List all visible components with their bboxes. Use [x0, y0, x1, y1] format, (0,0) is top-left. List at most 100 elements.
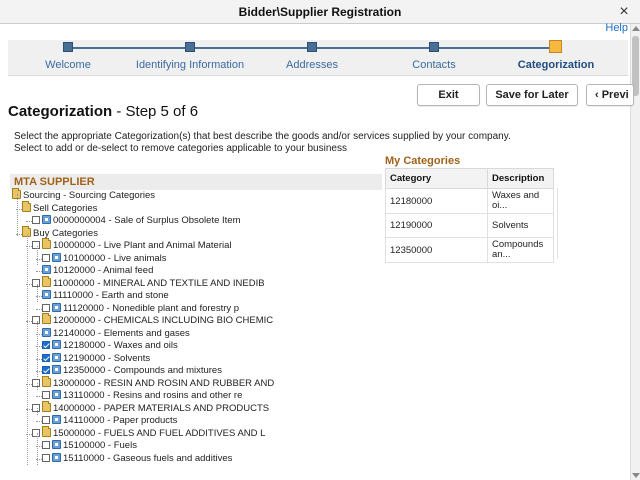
category-checkbox[interactable]: [42, 453, 50, 462]
category-cell: 12180000: [385, 188, 488, 214]
tree-node[interactable]: Sell Categories: [22, 200, 97, 215]
category-checkbox[interactable]: [32, 316, 40, 324]
tree-node-label[interactable]: 10000000 - Live Plant and Animal Materia…: [53, 240, 232, 251]
description-cell: Waxes and oi...: [487, 188, 554, 214]
tree-node-label[interactable]: 10120000 - Animal feed: [53, 265, 153, 276]
tree-node-label[interactable]: 13000000 - RESIN AND ROSIN AND RUBBER AN…: [53, 378, 274, 389]
tree-node[interactable]: 13110000 - Resins and rosins and other r…: [42, 390, 242, 402]
help-link[interactable]: Help: [605, 22, 628, 34]
category-checkbox[interactable]: [32, 403, 40, 412]
category-checkbox[interactable]: [42, 391, 50, 399]
tree-node-label[interactable]: 12000000 - CHEMICALS INCLUDING BIO CHEMI…: [53, 315, 273, 326]
step-marker-addresses[interactable]: [307, 42, 317, 52]
tree-node-label[interactable]: 14000000 - PAPER MATERIALS AND PRODUCTS: [53, 403, 269, 414]
tree-node[interactable]: 14110000 - Paper products: [42, 415, 177, 427]
category-leaf-icon: [52, 440, 61, 449]
category-checkbox[interactable]: [32, 278, 40, 287]
tree-guide-line: [37, 383, 38, 390]
tree-node[interactable]: 15000000 - FUELS AND FUEL ADDITIVES AND …: [32, 425, 265, 440]
tree-node-label[interactable]: Buy Categories: [33, 228, 98, 239]
scroll-up-icon[interactable]: [632, 26, 640, 31]
tree-node-label[interactable]: 12180000 - Waxes and oils: [63, 340, 178, 351]
tree-node-label[interactable]: 11000000 - MINERAL AND TEXTILE AND INEDI…: [53, 278, 265, 289]
tree-node-label[interactable]: 12190000 - Solvents: [63, 353, 150, 364]
step-label-contacts[interactable]: Contacts: [412, 59, 455, 71]
category-checkbox[interactable]: [32, 428, 40, 437]
tree-node[interactable]: 0000000004 - Sale of Surplus Obsolete It…: [32, 215, 240, 227]
step-marker-welcome[interactable]: [63, 42, 73, 52]
description-cell: Solvents: [487, 213, 554, 238]
step-label-identifying-information[interactable]: Identifying Information: [136, 59, 244, 71]
tree-guide-line: [37, 408, 38, 415]
category-checkbox[interactable]: [32, 241, 40, 249]
category-checkbox[interactable]: [42, 303, 50, 312]
tree-guide-line: [37, 433, 38, 465]
tree-node[interactable]: 14000000 - PAPER MATERIALS AND PRODUCTS: [32, 400, 269, 415]
category-leaf-icon: [52, 390, 61, 399]
category-checkbox[interactable]: [42, 253, 50, 262]
tree-node[interactable]: Sourcing - Sourcing Categories: [12, 188, 155, 202]
tree-node[interactable]: 13000000 - RESIN AND ROSIN AND RUBBER AN…: [32, 375, 274, 390]
save-for-later-button[interactable]: Save for Later: [486, 84, 578, 106]
tree-node[interactable]: 11120000 - Nonedible plant and forestry …: [42, 302, 239, 315]
tree-node-label[interactable]: 12140000 - Elements and gases: [53, 328, 190, 339]
tree-node-label[interactable]: 11120000 - Nonedible plant and forestry …: [63, 303, 239, 314]
tree-node-label[interactable]: 0000000004 - Sale of Surplus Obsolete It…: [53, 215, 240, 226]
tree-node[interactable]: 10100000 - Live animals: [42, 252, 167, 265]
category-leaf-icon: [42, 215, 51, 224]
category-leaf-icon: [52, 415, 61, 424]
tree-node[interactable]: 10000000 - Live Plant and Animal Materia…: [32, 238, 232, 252]
scroll-down-icon[interactable]: [632, 473, 640, 478]
category-checkbox[interactable]: [42, 441, 50, 449]
tree-node[interactable]: 15100000 - Fuels: [42, 440, 137, 452]
tree-node[interactable]: 12350000 - Compounds and mixtures: [42, 365, 222, 377]
tree-node[interactable]: 10120000 - Animal feed: [42, 265, 153, 277]
instructions: Select the appropriate Categorization(s)…: [14, 131, 534, 155]
category-checkbox[interactable]: [42, 341, 50, 349]
tree-node[interactable]: 12000000 - CHEMICALS INCLUDING BIO CHEMI…: [32, 313, 273, 327]
tree-node[interactable]: Buy Categories: [22, 225, 98, 240]
step-label-welcome[interactable]: Welcome: [45, 59, 91, 71]
tree-node[interactable]: 12180000 - Waxes and oils: [42, 340, 178, 352]
category-leaf-icon: [52, 252, 61, 262]
category-checkbox[interactable]: [42, 416, 50, 424]
tree-node-label[interactable]: 15000000 - FUELS AND FUEL ADDITIVES AND …: [53, 428, 265, 439]
tree-node-label[interactable]: 14110000 - Paper products: [63, 415, 177, 426]
category-leaf-icon: [42, 290, 51, 299]
tree-node-label[interactable]: 12350000 - Compounds and mixtures: [63, 365, 222, 376]
page-title-step: - Step 5 of 6: [112, 103, 199, 120]
category-cell: 12350000: [385, 237, 488, 263]
close-icon[interactable]: ×: [614, 2, 634, 22]
step-label-categorization: Categorization: [517, 59, 595, 71]
tree-node-label[interactable]: 13110000 - Resins and rosins and other r…: [63, 390, 242, 401]
category-checkbox[interactable]: [32, 378, 40, 387]
tree-node[interactable]: 15110000 - Gaseous fuels and additives: [42, 452, 232, 465]
window-title-bar: Bidder\Supplier Registration ×: [0, 0, 640, 24]
tree-node-label[interactable]: Sell Categories: [33, 203, 97, 214]
tree-node-label[interactable]: 10100000 - Live animals: [63, 253, 167, 264]
my-categories-table: Category Description 12180000 Waxes and …: [385, 168, 554, 263]
tree-node-label[interactable]: 15100000 - Fuels: [63, 440, 137, 451]
step-label-addresses[interactable]: Addresses: [286, 59, 338, 71]
exit-button[interactable]: Exit: [417, 84, 480, 106]
step-marker-contacts[interactable]: [429, 42, 439, 52]
step-marker-identifying-information[interactable]: [185, 42, 195, 52]
tree-node[interactable]: 11000000 - MINERAL AND TEXTILE AND INEDI…: [32, 275, 265, 290]
category-checkbox[interactable]: [32, 216, 40, 224]
step-marker-categorization[interactable]: [549, 40, 562, 53]
category-cell: 12190000: [385, 213, 488, 238]
window-title: Bidder\Supplier Registration: [238, 5, 402, 19]
tree-node[interactable]: 12140000 - Elements and gases: [42, 327, 190, 340]
category-leaf-icon: [52, 365, 61, 374]
category-leaf-icon: [52, 302, 61, 312]
tree-node[interactable]: 11110000 - Earth and stone: [42, 290, 169, 302]
category-checkbox[interactable]: [42, 366, 50, 374]
folder-icon: [42, 375, 51, 387]
tree-node-label[interactable]: Sourcing - Sourcing Categories: [23, 190, 155, 201]
category-checkbox[interactable]: [42, 353, 50, 362]
tree-node[interactable]: 12190000 - Solvents: [42, 352, 150, 365]
tree-node-label[interactable]: 11110000 - Earth and stone: [53, 290, 169, 301]
table-row: 12350000 Compounds an...: [385, 237, 554, 263]
previous-button[interactable]: ‹ Previ: [586, 84, 634, 106]
tree-node-label[interactable]: 15110000 - Gaseous fuels and additives: [63, 453, 232, 464]
